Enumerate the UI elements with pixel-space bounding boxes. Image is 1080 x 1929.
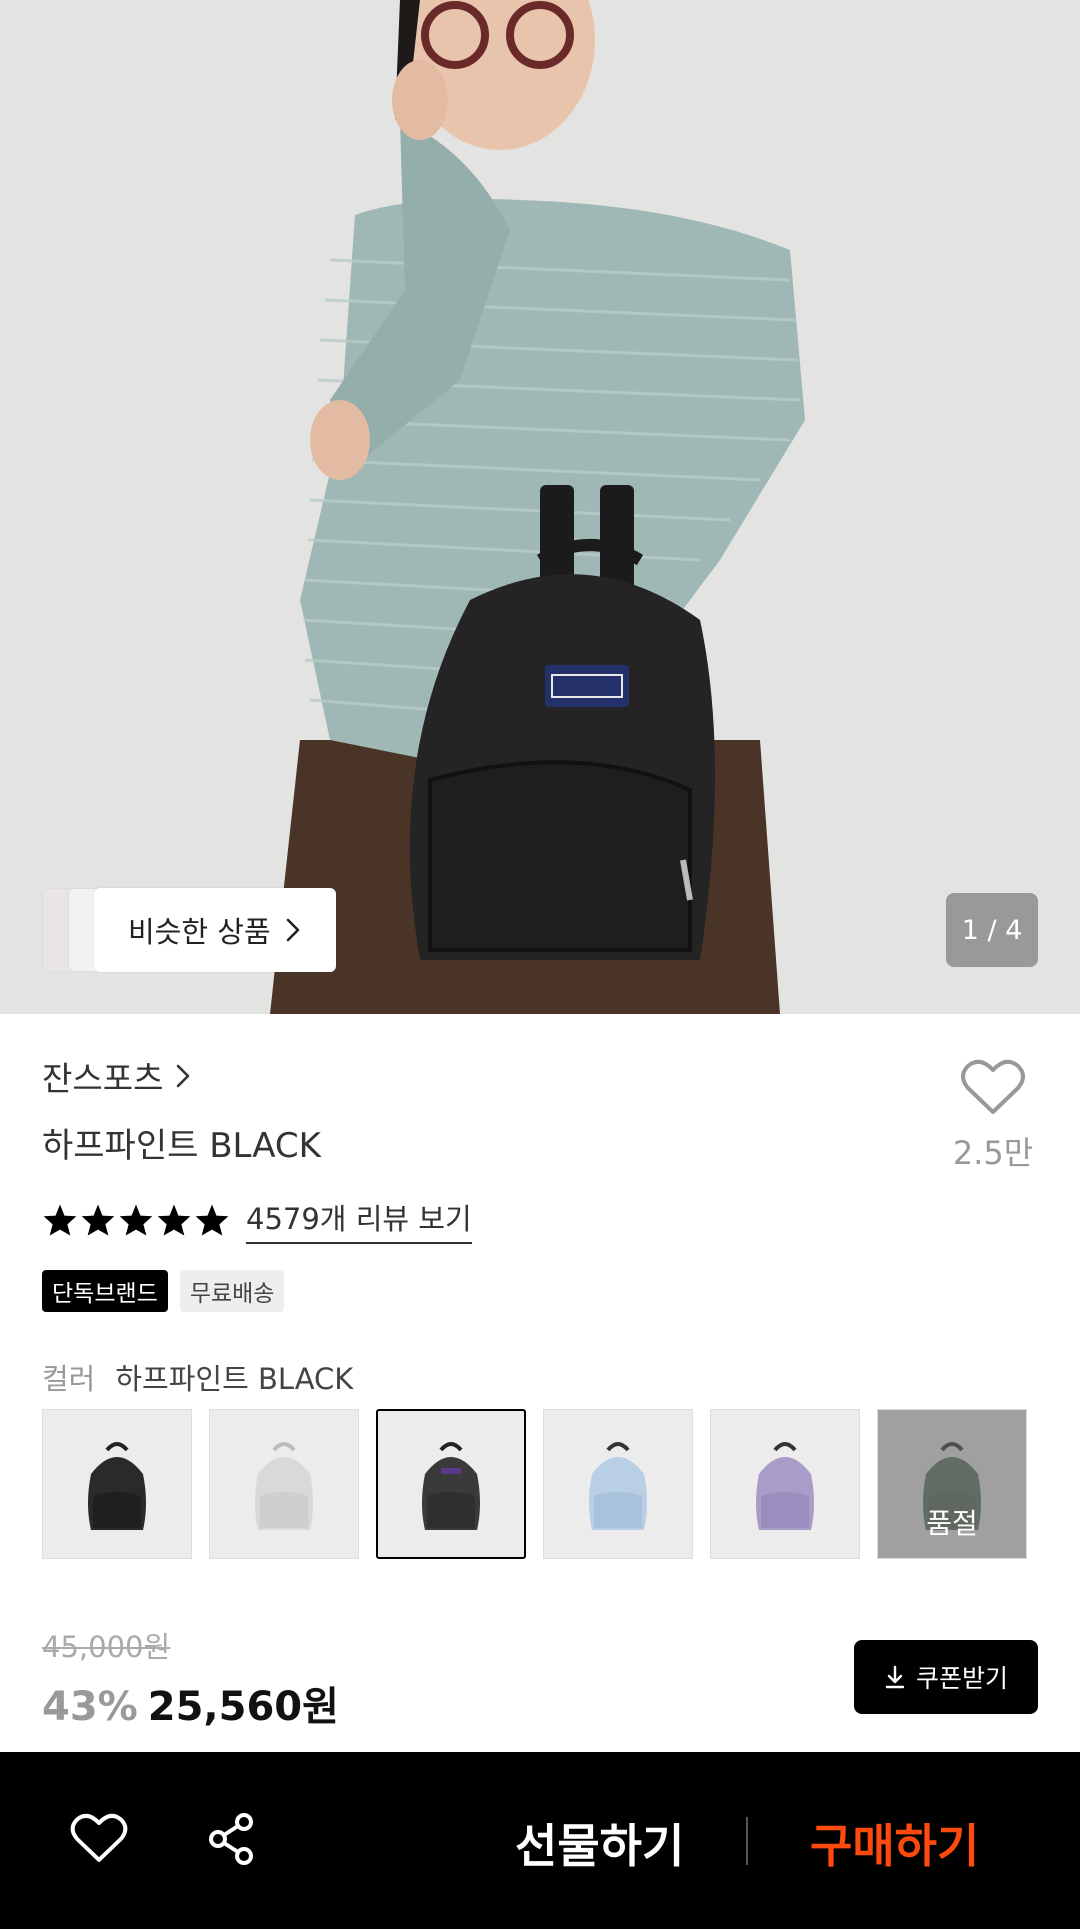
- divider: [746, 1817, 748, 1865]
- backpack-thumbnail: [589, 1442, 647, 1530]
- rating-stars: [42, 1203, 230, 1237]
- color-swatch[interactable]: [209, 1409, 359, 1559]
- free-shipping-badge: 무료배송: [179, 1270, 285, 1312]
- exclusive-brand-badge: 단독브랜드: [42, 1270, 168, 1312]
- star-icon: [119, 1204, 153, 1236]
- chevron-right-icon: [286, 918, 299, 942]
- color-swatch-selected[interactable]: [376, 1409, 526, 1559]
- like-count: 2.5만: [952, 1134, 1034, 1172]
- download-icon: [885, 1665, 905, 1689]
- product-photo: [0, 0, 1080, 1014]
- original-price: 45,000원: [42, 1630, 171, 1664]
- review-link[interactable]: 4579개 리뷰 보기: [246, 1196, 472, 1244]
- share-icon[interactable]: [206, 1812, 256, 1866]
- color-swatch[interactable]: [710, 1409, 860, 1559]
- bottom-action-bar: 선물하기 구매하기: [0, 1752, 1080, 1929]
- similar-products-pill[interactable]: 비슷한 상품: [42, 888, 336, 972]
- backpack-thumbnail: [756, 1442, 814, 1530]
- color-swatch-soldout[interactable]: 품절: [877, 1409, 1027, 1559]
- brand-name: 잔스포츠: [42, 1059, 164, 1098]
- backpack-thumbnail: [255, 1442, 313, 1530]
- backpack-thumbnail: [422, 1442, 480, 1530]
- like-button[interactable]: 2.5만: [948, 1058, 1038, 1174]
- similar-thumbnails: [42, 888, 114, 972]
- product-title: 하프파인트 BLACK: [42, 1126, 321, 1166]
- similar-products-button[interactable]: 비슷한 상품: [94, 888, 336, 972]
- similar-products-label: 비슷한 상품: [128, 915, 271, 949]
- badges: 단독브랜드 무료배송: [42, 1270, 285, 1312]
- heart-icon[interactable]: [70, 1812, 128, 1864]
- star-icon: [195, 1204, 229, 1236]
- heart-icon: [961, 1059, 1025, 1114]
- sale-price: 25,560원: [147, 1684, 339, 1730]
- color-row: 컬러 하프파인트 BLACK: [42, 1356, 353, 1398]
- discount-rate: 43%: [42, 1684, 138, 1730]
- product-hero-image[interactable]: 비슷한 상품 1 / 4: [0, 0, 1080, 1014]
- star-icon: [43, 1204, 77, 1236]
- brand-link[interactable]: 잔스포츠: [42, 1052, 191, 1100]
- image-counter: 1 / 4: [946, 893, 1038, 967]
- color-label: 컬러: [42, 1362, 96, 1396]
- star-icon: [157, 1204, 191, 1236]
- buy-button[interactable]: 구매하기: [810, 1810, 979, 1876]
- coupon-label: 쿠폰받기: [915, 1664, 1008, 1693]
- coupon-button[interactable]: 쿠폰받기: [854, 1640, 1038, 1714]
- gift-button[interactable]: 선물하기: [515, 1810, 684, 1876]
- color-swatches: 품절: [42, 1409, 1027, 1559]
- backpack-thumbnail: [88, 1442, 146, 1530]
- rating-row: 4579개 리뷰 보기: [42, 1196, 472, 1244]
- color-swatch[interactable]: [543, 1409, 693, 1559]
- color-swatch[interactable]: [42, 1409, 192, 1559]
- color-value: 하프파인트 BLACK: [115, 1362, 354, 1396]
- chevron-right-icon: [177, 1064, 190, 1088]
- star-icon: [81, 1204, 115, 1236]
- soldout-label: 품절: [926, 1507, 978, 1540]
- price-row: 43% 25,560원: [42, 1674, 339, 1732]
